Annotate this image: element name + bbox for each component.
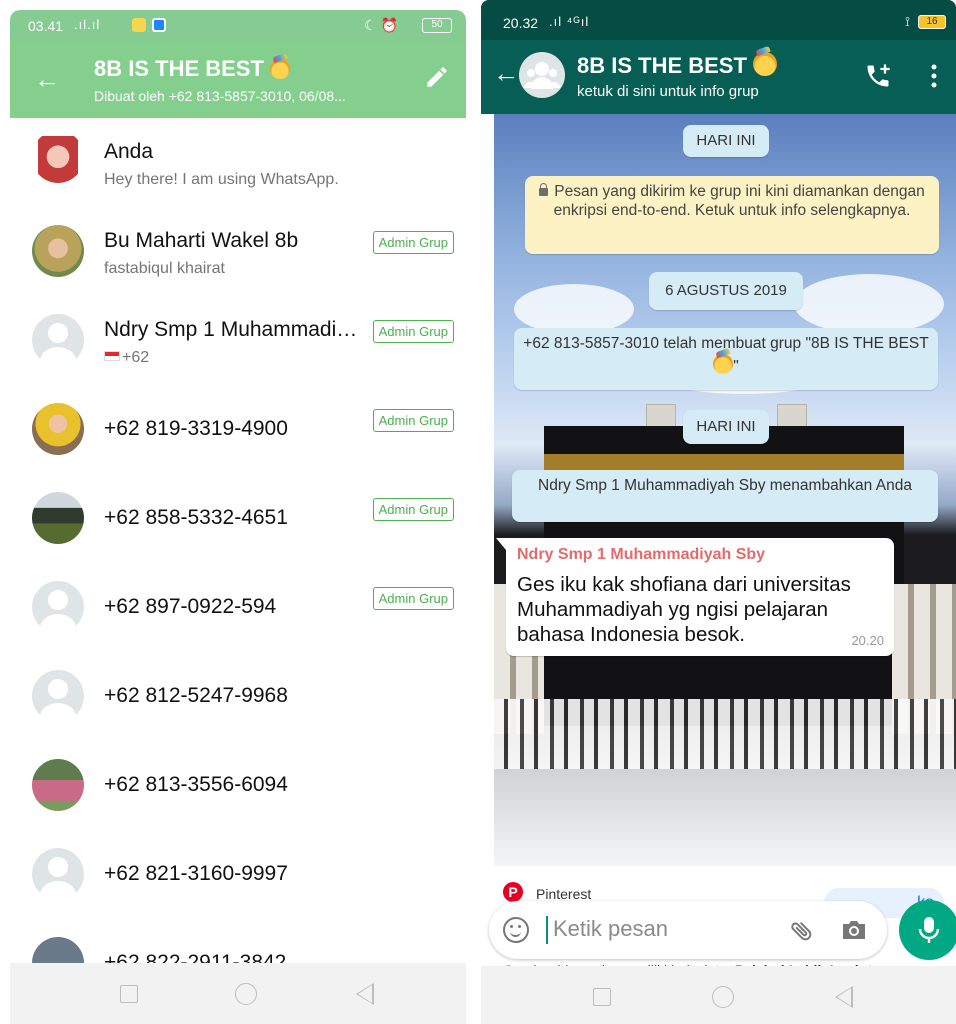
participant-row[interactable]: +62 819-3319-4900 Admin Grup — [10, 385, 466, 474]
participant-name: +62 813-3556-6094 — [104, 773, 288, 796]
group-avatar-icon[interactable] — [519, 52, 565, 98]
lock-icon — [539, 183, 549, 196]
participant-name: +62 819-3319-4900 — [104, 417, 288, 440]
indonesia-flag-icon — [104, 351, 120, 361]
date-divider: HARI INI — [683, 410, 769, 444]
chat-screen: 20.32 .ıl ⁴ᴳıl ⟟ 16 ← 8B IS THE BEST ket… — [481, 0, 956, 1024]
participant-name: +62 897-0922-594 — [104, 595, 277, 618]
participant-row[interactable]: +62 813-3556-6094 — [10, 741, 466, 830]
pinterest-logo-icon: P — [503, 882, 523, 902]
participant-row[interactable]: +62 821-3160-9997 — [10, 830, 466, 919]
vibrate-icon: ⟟ — [905, 14, 910, 29]
back-arrow-icon[interactable]: ← — [34, 64, 60, 95]
default-avatar-icon — [32, 848, 84, 900]
participant-name: +62 821-3160-9997 — [104, 862, 288, 885]
admin-badge: Admin Grup — [372, 231, 454, 254]
message-sender[interactable]: Ndry Smp 1 Muhammadiyah Sby — [517, 546, 765, 564]
notification-app-icon — [152, 18, 166, 32]
participant-row[interactable]: +62 812-5247-9968 — [10, 652, 466, 741]
date-divider: 6 AGUSTUS 2019 — [649, 272, 803, 310]
group-title: 8B IS THE BEST — [94, 56, 291, 82]
wallpaper-cloud — [514, 284, 634, 334]
navigation-bar — [481, 966, 956, 1024]
message-time: 20.20 — [851, 633, 884, 648]
participant-name: Ndry Smp 1 Muhammadi… — [104, 318, 358, 341]
back-nav-icon[interactable] — [356, 983, 374, 1005]
participant-status: +62 — [104, 349, 149, 367]
battery-icon: 16 — [918, 15, 946, 29]
system-message-added: Ndry Smp 1 Muhammadiyah Sby menambahkan … — [512, 470, 938, 522]
wallpaper-cloud — [794, 274, 944, 334]
microphone-icon — [918, 917, 940, 943]
participant-row[interactable]: Bu Maharti Wakel 8b fastabiqul khairat A… — [10, 207, 466, 296]
status-bar: 03.41 .ıl.ıl ☾⏰ 50 — [10, 10, 466, 42]
party-emoji-icon — [713, 354, 734, 374]
participant-status: fastabiqul khairat — [104, 260, 225, 277]
voice-record-button[interactable] — [899, 900, 956, 960]
avatar — [38, 136, 78, 188]
default-avatar-icon — [32, 314, 84, 366]
add-call-icon[interactable] — [864, 62, 892, 90]
avatar — [32, 403, 84, 455]
participant-name: +62 812-5247-9968 — [104, 684, 288, 707]
back-arrow-icon[interactable]: ← — [493, 58, 519, 89]
signal-icon: .ıl ⁴ᴳıl — [549, 14, 590, 29]
edit-pencil-icon[interactable] — [424, 64, 450, 90]
wallpaper-crowd — [494, 699, 956, 769]
party-emoji-icon — [753, 52, 778, 76]
avatar — [32, 225, 84, 277]
message-input-bar[interactable]: Ketik pesan — [489, 901, 887, 959]
participant-name: Anda — [104, 140, 154, 163]
participant-list: Anda Hey there! I am using WhatsApp. Bu … — [10, 118, 466, 1008]
admin-badge: Admin Grup — [372, 320, 454, 343]
group-info-screen: 03.41 .ıl.ıl ☾⏰ 50 ← 8B IS THE BEST Dibu… — [0, 0, 476, 1024]
avatar — [32, 492, 84, 544]
incoming-message[interactable]: Ndry Smp 1 Muhammadiyah Sby Ges iku kak … — [496, 538, 894, 656]
participant-row[interactable]: Ndry Smp 1 Muhammadi… +62 Admin Grup — [10, 296, 466, 385]
group-info-header: ← 8B IS THE BEST Dibuat oleh +62 813-585… — [10, 42, 466, 118]
participant-row[interactable]: +62 897-0922-594 Admin Grup — [10, 563, 466, 652]
participant-row[interactable]: Anda Hey there! I am using WhatsApp. — [10, 118, 466, 207]
ad-source-label: Pinterest — [536, 886, 592, 902]
recent-apps-icon[interactable] — [593, 988, 611, 1006]
chat-subtitle[interactable]: ketuk di sini untuk info grup — [577, 83, 759, 100]
encryption-notice[interactable]: Pesan yang dikirim ke grup ini kini diam… — [525, 176, 939, 254]
text-cursor — [546, 916, 548, 944]
status-bar: 20.32 .ıl ⁴ᴳıl ⟟ 16 — [481, 0, 956, 40]
participant-name: +62 858-5332-4651 — [104, 506, 288, 529]
message-text: Ges iku kak shofiana dari universitas Mu… — [517, 573, 851, 646]
participant-name: Bu Maharti Wakel 8b — [104, 229, 299, 252]
home-icon[interactable] — [712, 986, 734, 1008]
date-divider: HARI INI — [683, 125, 769, 157]
admin-badge: Admin Grup — [372, 498, 454, 521]
default-avatar-icon — [32, 670, 84, 722]
camera-icon[interactable] — [841, 919, 867, 941]
group-created-by: Dibuat oleh +62 813-5857-3010, 06/08... — [94, 88, 346, 104]
chat-title[interactable]: 8B IS THE BEST — [577, 52, 778, 79]
status-time: 03.41 — [28, 18, 64, 34]
party-emoji-icon — [270, 59, 291, 79]
admin-badge: Admin Grup — [372, 409, 454, 432]
chat-header: 20.32 .ıl ⁴ᴳıl ⟟ 16 ← 8B IS THE BEST ket… — [481, 0, 956, 114]
battery-icon: 50 — [422, 18, 452, 33]
admin-badge: Admin Grup — [372, 587, 454, 610]
status-icons: ☾⏰ — [364, 17, 402, 33]
participant-row[interactable]: +62 858-5332-4651 Admin Grup — [10, 474, 466, 563]
status-time: 20.32 — [503, 15, 539, 31]
more-options-icon[interactable] — [931, 64, 937, 88]
navigation-bar — [10, 963, 466, 1024]
recent-apps-icon[interactable] — [120, 985, 138, 1003]
avatar — [32, 759, 84, 811]
participant-status: Hey there! I am using WhatsApp. — [104, 171, 339, 188]
attachment-icon[interactable] — [789, 918, 815, 944]
wallpaper-floor — [494, 769, 956, 866]
signal-icon: .ıl.ıl — [74, 17, 101, 32]
message-input[interactable]: Ketik pesan — [553, 916, 668, 942]
system-message-created: +62 813-5857-3010 telah membuat grup "8B… — [514, 328, 938, 390]
home-icon[interactable] — [235, 983, 257, 1005]
default-avatar-icon — [32, 581, 84, 633]
notification-app-icon — [132, 18, 146, 32]
back-nav-icon[interactable] — [835, 986, 853, 1008]
emoji-icon[interactable] — [503, 917, 529, 943]
